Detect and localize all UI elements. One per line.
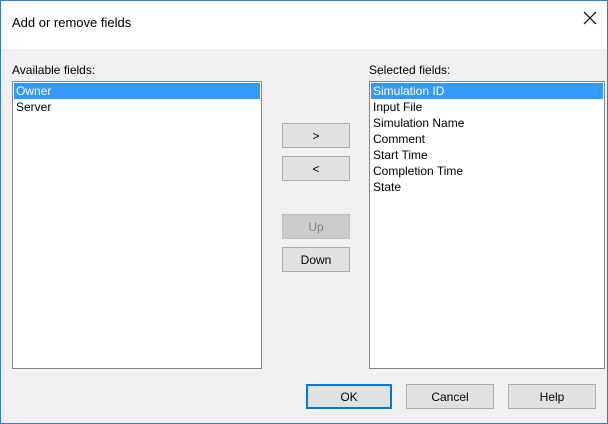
add-remove-fields-dialog: Add or remove fields Available fields: O… [0,0,608,424]
list-item[interactable]: Owner [14,83,260,99]
list-item[interactable]: Server [14,99,260,115]
close-icon [583,11,597,25]
selected-fields-label: Selected fields: [369,63,451,77]
list-item[interactable]: Simulation Name [371,115,603,131]
move-down-button[interactable]: Down [282,247,350,272]
cancel-button[interactable]: Cancel [406,384,494,409]
add-field-button[interactable]: > [282,123,350,148]
list-item[interactable]: Input File [371,99,603,115]
move-up-button[interactable]: Up [282,214,350,239]
dialog-title: Add or remove fields [12,15,132,30]
title-bar[interactable]: Add or remove fields [1,1,607,49]
list-item[interactable]: Simulation ID [371,83,603,99]
close-button[interactable] [573,1,607,35]
available-fields-list[interactable]: Owner Server [12,81,262,369]
list-item[interactable]: Comment [371,131,603,147]
list-item[interactable]: State [371,179,603,195]
available-fields-label: Available fields: [12,63,96,77]
ok-button[interactable]: OK [306,384,392,409]
list-item[interactable]: Start Time [371,147,603,163]
help-button[interactable]: Help [508,384,596,409]
list-item[interactable]: Completion Time [371,163,603,179]
selected-fields-list[interactable]: Simulation ID Input File Simulation Name Co… [369,81,605,369]
remove-field-button[interactable]: < [282,156,350,181]
